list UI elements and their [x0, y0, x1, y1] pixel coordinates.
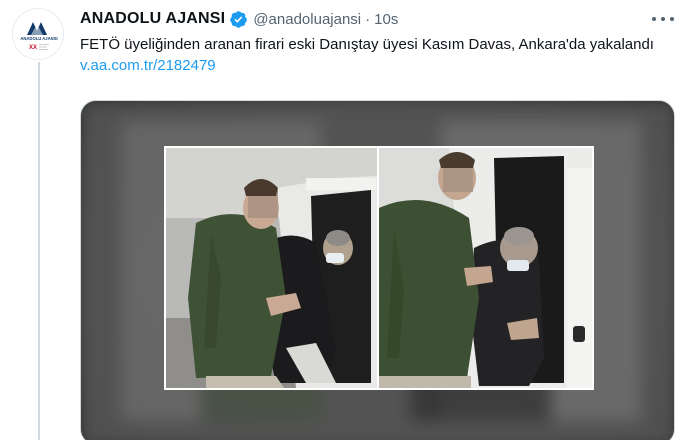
svg-text:ANADOLU AJANSI: ANADOLU AJANSI: [20, 36, 57, 41]
more-options-icon[interactable]: [652, 10, 674, 28]
verified-badge-icon: [229, 10, 248, 29]
display-name[interactable]: ANADOLU AJANSI: [80, 10, 225, 28]
account-handle[interactable]: @anadoluajansi: [253, 11, 361, 28]
anadolu-logo-icon: ANADOLU AJANSI XX: [13, 9, 63, 59]
thread-line: [38, 62, 40, 440]
tweet-media[interactable]: [80, 100, 675, 440]
avatar[interactable]: ANADOLU AJANSI XX: [12, 8, 64, 60]
separator-dot: ·: [365, 10, 371, 28]
photo-left[interactable]: [166, 148, 377, 388]
photo-right[interactable]: [379, 148, 592, 388]
tweet-timestamp[interactable]: 10s: [374, 11, 398, 28]
photo-collage: [164, 146, 594, 390]
tweet-body: FETÖ üyeliğinden aranan firari eski Danı…: [80, 36, 654, 53]
tweet-text: FETÖ üyeliğinden aranan firari eski Danı…: [80, 34, 660, 76]
tweet-link[interactable]: v.aa.com.tr/2182479: [80, 57, 216, 74]
tweet-header: ANADOLU AJANSI @anadoluajansi · 10s: [80, 8, 656, 30]
svg-text:XX: XX: [29, 45, 37, 51]
